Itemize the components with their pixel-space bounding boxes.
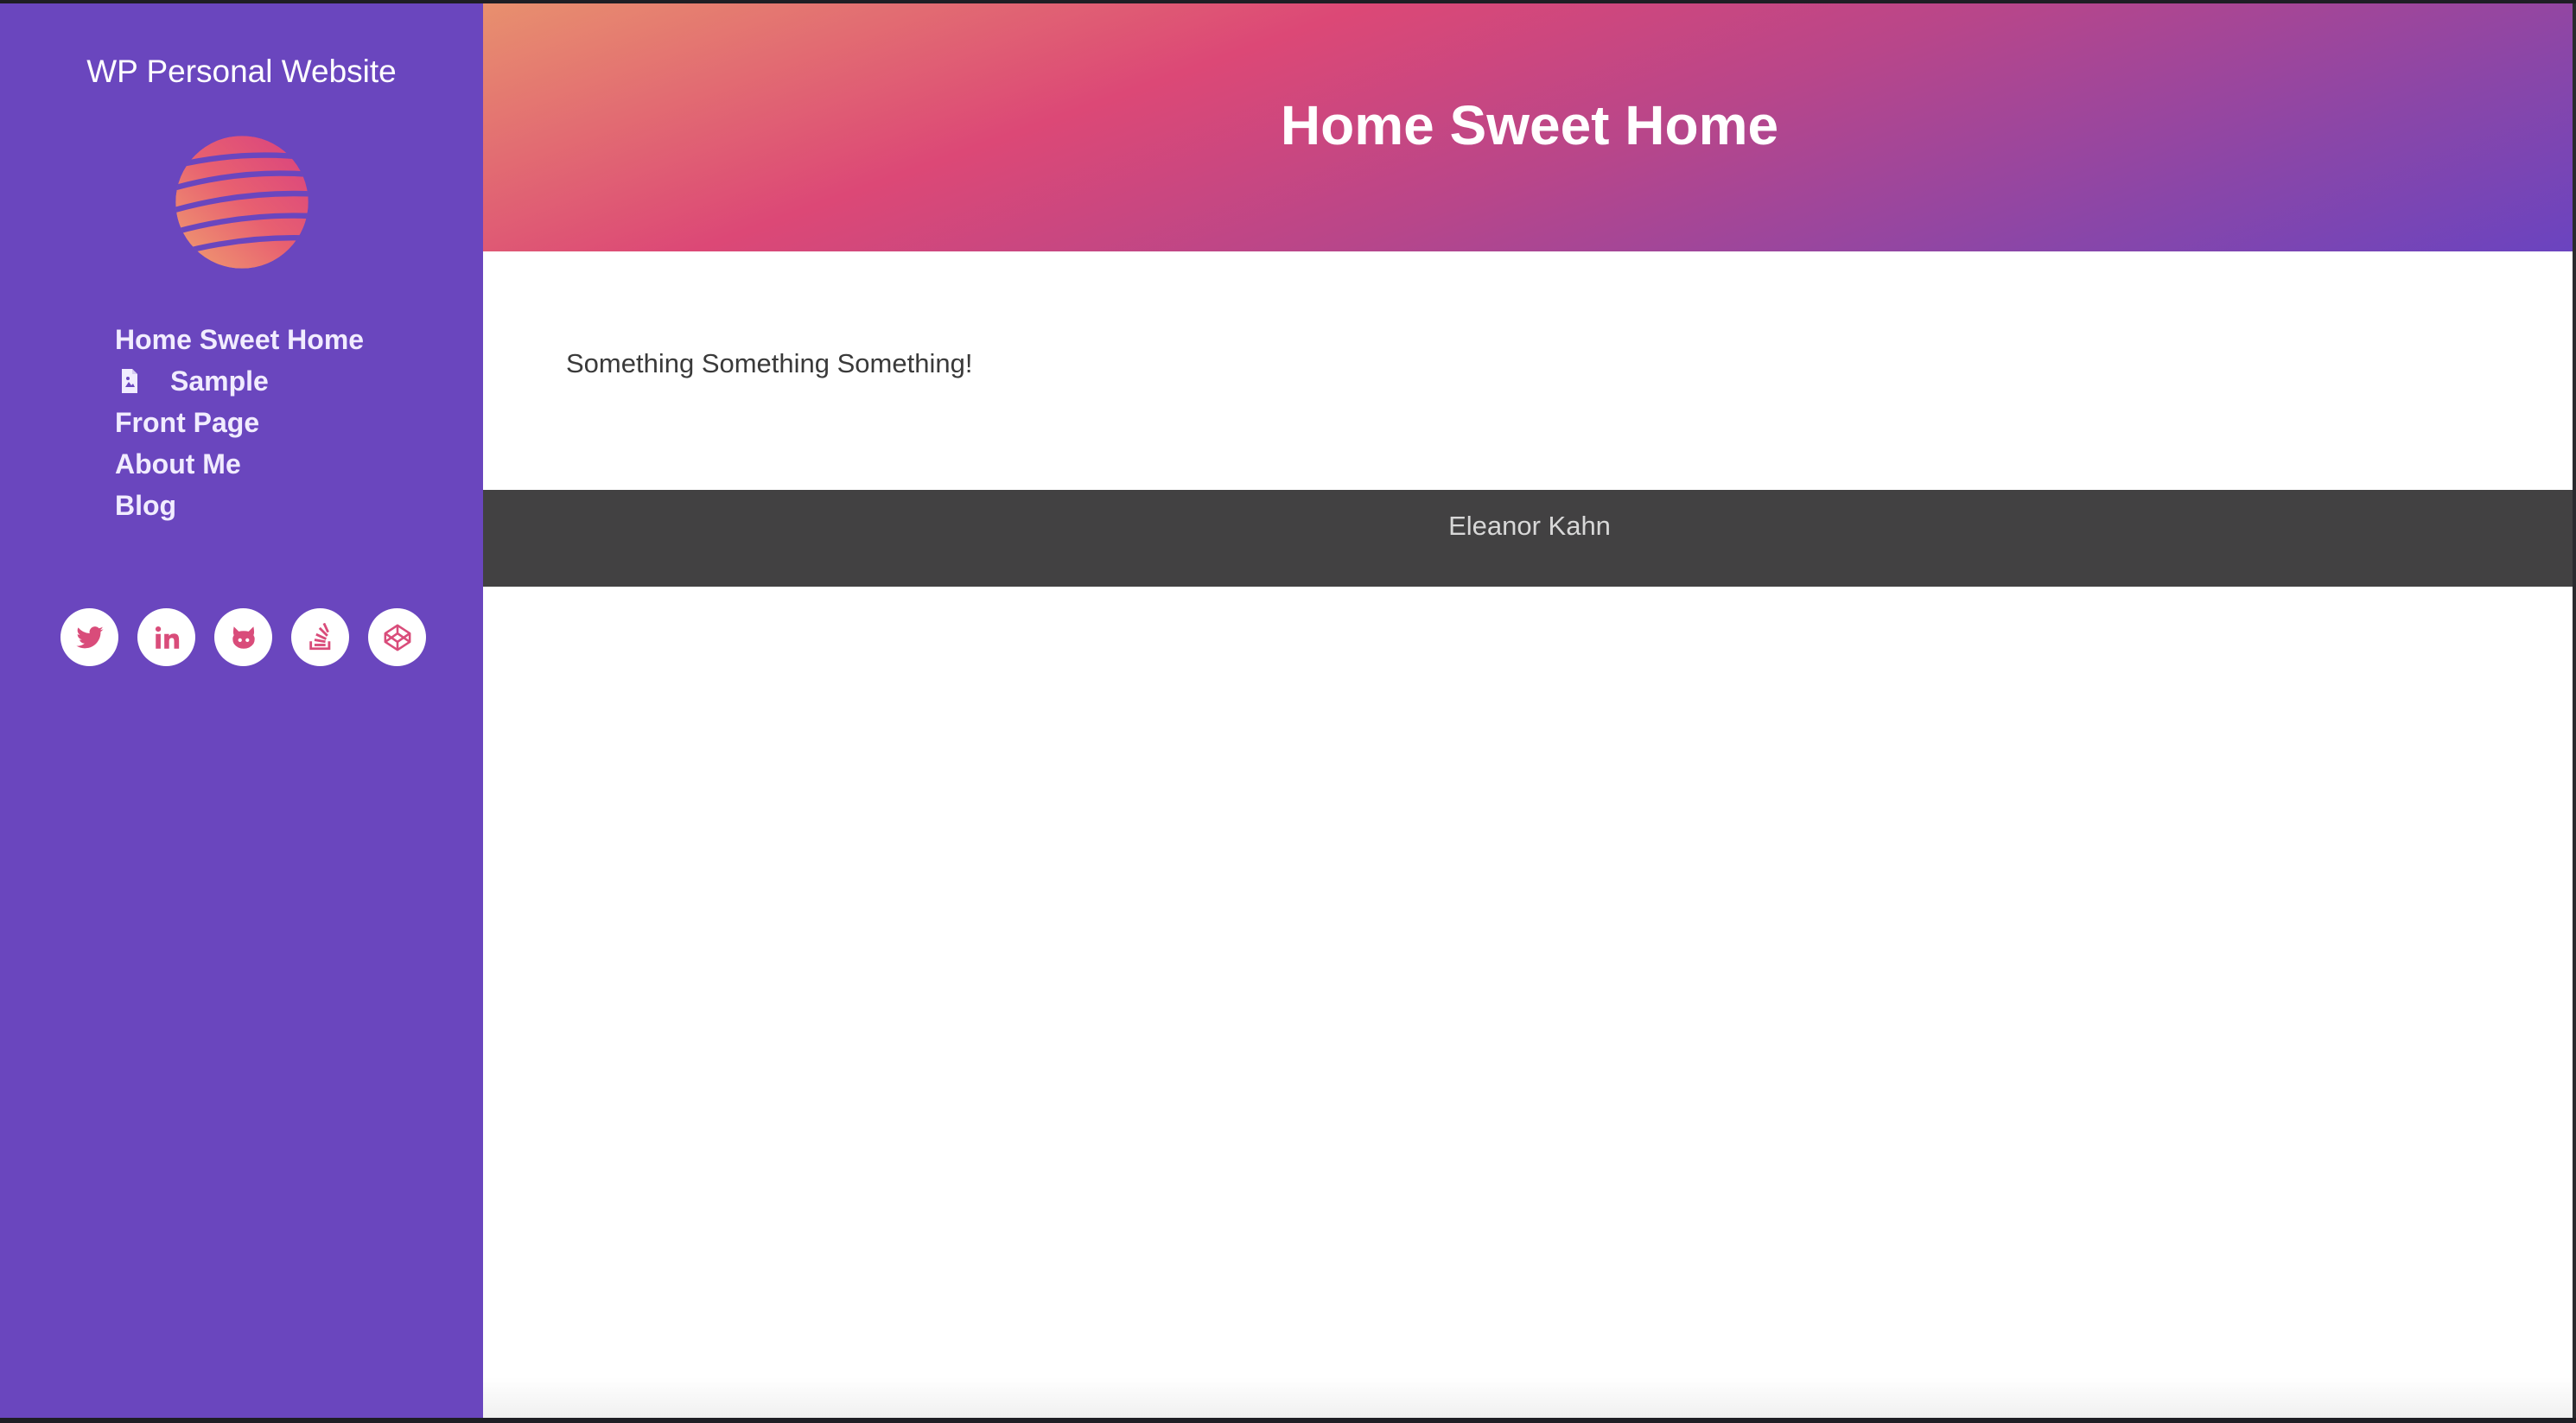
nav-item-label: About Me: [115, 448, 241, 480]
sidebar: WP Personal Website Home Sweet Home Samp…: [0, 3, 483, 1418]
site-footer: Eleanor Kahn: [483, 490, 2576, 587]
nav-item-about-me[interactable]: About Me: [115, 443, 364, 485]
nav-item-home-sweet-home[interactable]: Home Sweet Home: [115, 319, 364, 360]
github-icon: [232, 626, 255, 649]
codepen-icon: [384, 624, 410, 651]
stackoverflow-link[interactable]: [291, 608, 349, 666]
social-links: [60, 608, 426, 666]
codepen-link[interactable]: [368, 608, 426, 666]
window-edge: [2573, 3, 2576, 1418]
twitter-link[interactable]: [60, 608, 118, 666]
sidebar-nav: Home Sweet Home Sample Front Page About …: [115, 319, 364, 526]
stackoverflow-icon: [308, 622, 330, 650]
striped-globe-logo[interactable]: [173, 133, 311, 271]
page-icon: [122, 369, 137, 393]
nav-item-label: Front Page: [115, 407, 260, 438]
nav-item-label: Home Sweet Home: [115, 324, 365, 355]
nav-item-label: Sample: [170, 365, 269, 397]
page-title: Home Sweet Home: [1280, 94, 1779, 156]
linkedin-icon: [155, 626, 179, 649]
hero-banner: Home Sweet Home: [483, 3, 2576, 251]
footer-author: Eleanor Kahn: [1448, 511, 1611, 541]
nav-item-label: Blog: [115, 490, 177, 521]
nav-item-sample[interactable]: Sample: [115, 360, 364, 402]
nav-item-front-page[interactable]: Front Page: [115, 402, 364, 443]
page-body: Something Something Something!: [483, 251, 2576, 490]
site-title[interactable]: WP Personal Website: [86, 54, 397, 90]
linkedin-link[interactable]: [137, 608, 195, 666]
main-content: Home Sweet Home Something Something Some…: [483, 3, 2576, 1418]
body-text: Something Something Something!: [566, 348, 973, 378]
nav-item-blog[interactable]: Blog: [115, 485, 364, 526]
browser-window: WP Personal Website Home Sweet Home Samp…: [0, 3, 2576, 1418]
twitter-icon: [75, 626, 104, 648]
github-link[interactable]: [214, 608, 272, 666]
